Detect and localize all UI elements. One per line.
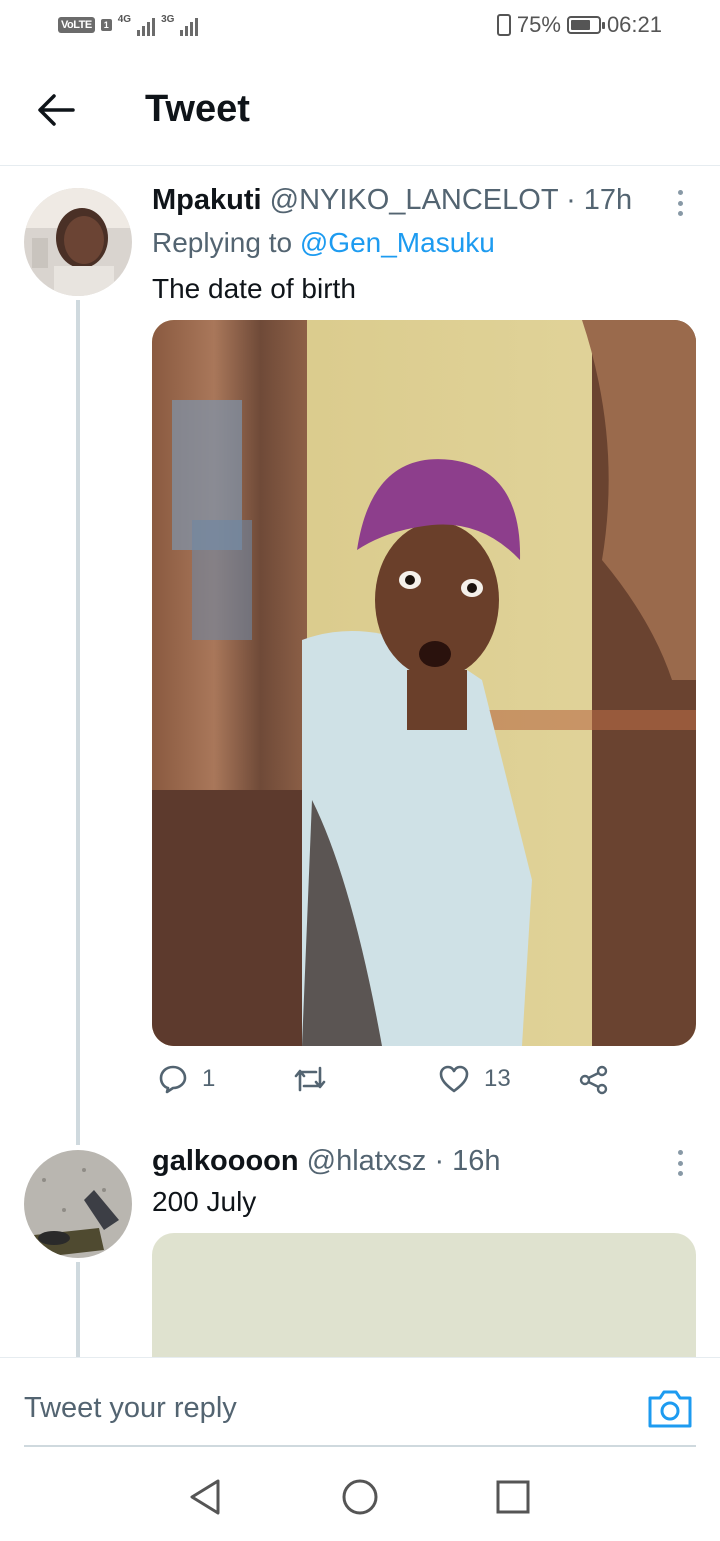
thread-line (76, 1262, 80, 1357)
more-options-icon[interactable] (668, 1146, 692, 1180)
reply-input[interactable]: Tweet your reply (24, 1392, 237, 1425)
display-name[interactable]: galkoooon (152, 1145, 299, 1177)
nav-back-button[interactable] (186, 1477, 226, 1517)
camera-button[interactable] (646, 1386, 694, 1430)
nav-recents-button[interactable] (493, 1477, 533, 1517)
triangle-back-icon (190, 1479, 220, 1515)
circle-home-icon (342, 1479, 378, 1515)
user-handle[interactable]: @hlatxsz (307, 1145, 427, 1177)
tweet-image[interactable] (152, 1233, 696, 1357)
tweet-header: galkoooon @hlatxsz · 16h (152, 1145, 501, 1178)
tweet-time: · 16h (434, 1145, 501, 1177)
square-recents-icon (496, 1480, 530, 1514)
reply-bar: Tweet your reply (0, 1357, 720, 1447)
system-nav-bar (0, 1447, 720, 1541)
avatar[interactable] (24, 1150, 132, 1258)
camera-icon (648, 1390, 692, 1428)
nav-home-button[interactable] (340, 1477, 380, 1517)
tweet[interactable]: galkoooon @hlatxsz · 16h 200 July (0, 0, 720, 1357)
tweet-text: 200 July (152, 1186, 257, 1217)
